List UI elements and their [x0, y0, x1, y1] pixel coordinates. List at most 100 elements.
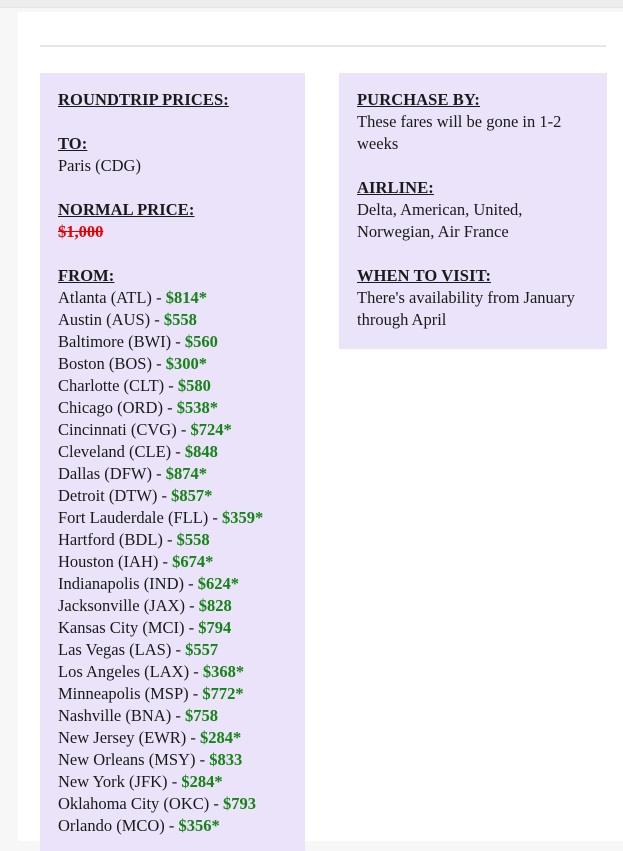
fare-separator: -	[164, 376, 178, 395]
fare-price: $674*	[172, 552, 214, 571]
fare-price: $560	[184, 332, 218, 351]
spacer-after-to	[58, 177, 287, 199]
page-card: ROUNDTRIP PRICES: TO: Paris (CDG) NORMAL…	[18, 12, 623, 851]
fare-price: $772*	[202, 684, 244, 703]
fare-row: Los Angeles (LAX) - $368*	[58, 661, 287, 683]
fare-separator: -	[186, 728, 201, 747]
fare-row: New Orleans (MSY) - $833	[58, 749, 287, 771]
fare-separator: -	[171, 706, 185, 725]
fare-row: Oklahoma City (OKC) - $793	[58, 793, 287, 815]
fare-price: $624*	[197, 574, 240, 593]
fare-city: New Orleans (MSY)	[58, 750, 196, 769]
fare-price: $814*	[165, 288, 207, 307]
fare-row: Minneapolis (MSP) - $772*	[58, 683, 287, 705]
fare-separator: -	[162, 530, 177, 549]
fare-city: Minneapolis (MSP)	[58, 684, 189, 703]
fare-city: New Jersey (EWR)	[58, 728, 187, 747]
when-to-visit-value: There's availability from January throug…	[357, 288, 575, 329]
spacer-after-purchase-by	[357, 155, 589, 177]
fare-city: Jacksonville (JAX)	[58, 596, 185, 615]
fare-row: Cincinnati (CVG) - $724*	[58, 419, 287, 441]
fare-separator: -	[162, 398, 177, 417]
fare-price: $284*	[200, 728, 242, 747]
fare-city: Atlanta (ATL)	[58, 288, 152, 307]
fare-row: Fort Lauderdale (FLL) - $359*	[58, 507, 287, 529]
fare-row: Indianapolis (IND) - $624*	[58, 573, 287, 595]
spacer-after-title	[58, 111, 287, 133]
fare-price: $874*	[165, 464, 207, 483]
browser-top-strip	[0, 0, 623, 8]
fare-row: Houston (IAH) - $674*	[58, 551, 287, 573]
fare-separator: -	[151, 464, 166, 483]
spacer-after-airline	[357, 243, 589, 265]
fare-separator: -	[167, 772, 182, 791]
fare-price: $833	[209, 750, 243, 769]
fare-separator: -	[151, 354, 166, 373]
fare-city: Austin (AUS)	[58, 310, 151, 329]
fare-row: Chicago (ORD) - $538*	[58, 397, 287, 419]
fare-price: $758	[184, 706, 218, 725]
fare-separator: -	[150, 310, 164, 329]
fare-city: Cleveland (CLE)	[58, 442, 172, 461]
fare-city: Houston (IAH)	[58, 552, 159, 571]
roundtrip-prices-panel: ROUNDTRIP PRICES: TO: Paris (CDG) NORMAL…	[40, 73, 305, 851]
fare-price: $558	[163, 310, 197, 329]
fare-row: Jacksonville (JAX) - $828	[58, 595, 287, 617]
fare-row: Hartford (BDL) - $558	[58, 529, 287, 551]
fare-separator: -	[164, 816, 179, 835]
normal-price-heading: NORMAL PRICE:	[58, 200, 195, 219]
fare-separator: -	[184, 596, 199, 615]
fare-row: Austin (AUS) - $558	[58, 309, 287, 331]
fare-city: New York (JFK)	[58, 772, 168, 791]
fare-city: Orlando (MCO)	[58, 816, 165, 835]
fare-row: New York (JFK) - $284*	[58, 771, 287, 793]
fare-price: $558	[176, 530, 210, 549]
fare-row: Orlando (MCO) - $356*	[58, 815, 287, 837]
fare-city: Chicago (ORD)	[58, 398, 163, 417]
fare-separator: -	[195, 750, 210, 769]
fare-row: Charlotte (CLT) - $580	[58, 375, 287, 397]
fare-separator: -	[184, 574, 198, 593]
fare-city: Fort Lauderdale (FLL)	[58, 508, 209, 527]
normal-price-value: $1,000	[58, 222, 104, 241]
fare-separator: -	[208, 508, 223, 527]
fare-city: Cincinnati (CVG)	[58, 420, 177, 439]
fare-price: $557	[185, 640, 219, 659]
fare-row: Atlanta (ATL) - $814*	[58, 287, 287, 309]
fare-separator: -	[151, 288, 166, 307]
airline-heading: AIRLINE:	[357, 178, 434, 197]
fare-price: $828	[198, 596, 232, 615]
fare-row: Dallas (DFW) - $874*	[58, 463, 287, 485]
fare-city: Nashville (BNA)	[58, 706, 172, 725]
fare-separator: -	[171, 442, 185, 461]
fare-price: $356*	[178, 816, 220, 835]
fare-price: $580	[177, 376, 211, 395]
purchase-by-value: These fares will be gone in 1-2 weeks	[357, 112, 562, 153]
fare-row: Cleveland (CLE) - $848	[58, 441, 287, 463]
fare-price: $793	[222, 794, 256, 813]
trip-details-panel: PURCHASE BY: These fares will be gone in…	[339, 73, 607, 349]
fare-separator: -	[209, 794, 223, 813]
fare-separator: -	[188, 684, 203, 703]
fare-row: Baltimore (BWI) - $560	[58, 331, 287, 353]
fare-price: $300*	[165, 354, 207, 373]
fare-price: $538*	[176, 398, 218, 417]
fare-city: Boston (BOS)	[58, 354, 152, 373]
fare-city: Dallas (DFW)	[58, 464, 152, 483]
when-to-visit-heading: WHEN TO VISIT:	[357, 266, 492, 285]
fare-separator: -	[189, 662, 203, 681]
fare-row: Detroit (DTW) - $857*	[58, 485, 287, 507]
header-divider	[40, 45, 606, 47]
fare-list: Atlanta (ATL) - $814* Austin (AUS) - $558…	[58, 287, 287, 837]
fare-row: Kansas City (MCI) - $794	[58, 617, 287, 639]
fare-city: Los Angeles (LAX)	[58, 662, 190, 681]
fare-price: $368*	[202, 662, 245, 681]
fare-city: Charlotte (CLT)	[58, 376, 165, 395]
fare-separator: -	[176, 420, 191, 439]
fare-row: Las Vegas (LAS) - $557	[58, 639, 287, 661]
to-value: Paris (CDG)	[58, 156, 141, 175]
fare-row: New Jersey (EWR) - $284*	[58, 727, 287, 749]
from-heading: FROM:	[58, 266, 115, 285]
fare-separator: -	[184, 618, 199, 637]
fare-city: Kansas City (MCI)	[58, 618, 185, 637]
